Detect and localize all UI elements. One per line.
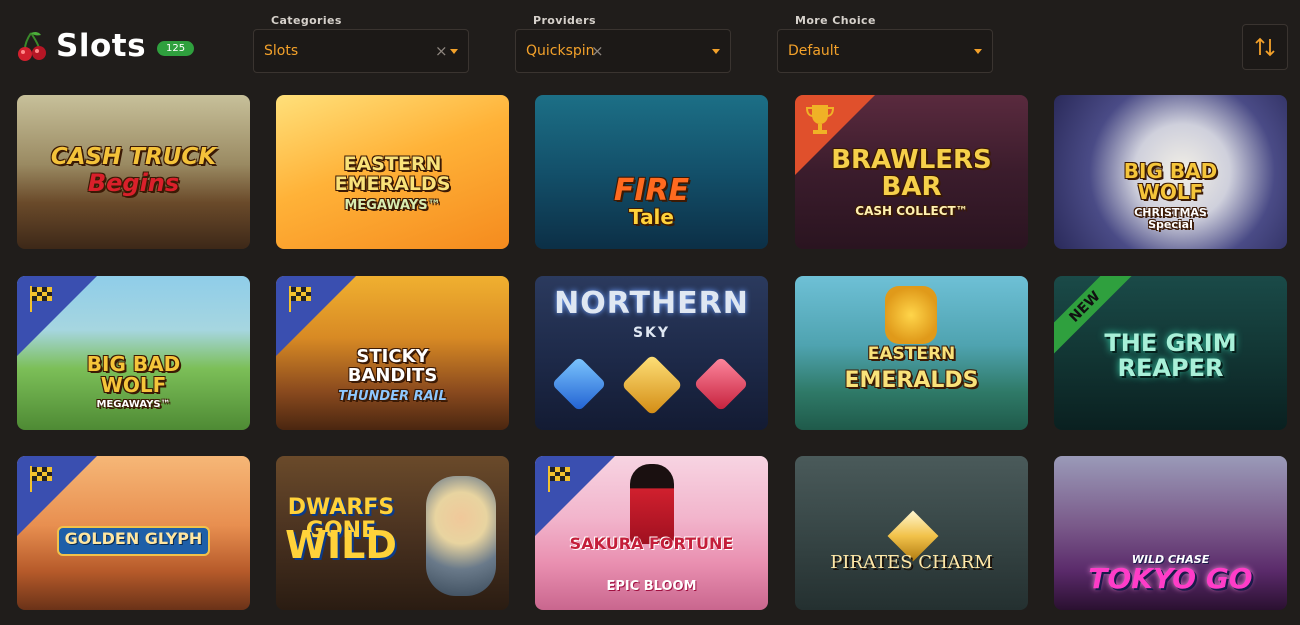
game-title: EASTERN xyxy=(867,344,956,364)
game-subtitle: EMERALDS xyxy=(844,368,979,393)
game-title: BIG BAD WOLF xyxy=(1123,159,1218,204)
game-tile-northern-sky[interactable]: NORTHERN SKY xyxy=(535,276,768,430)
clear-providers-icon[interactable]: × xyxy=(591,42,604,60)
game-title: EASTERN EMERALDS xyxy=(334,153,451,195)
game-title: PIRATES CHARM xyxy=(830,552,993,573)
categories-filter: Categories Slots × xyxy=(253,14,469,73)
providers-filter: Providers Quickspin × xyxy=(515,14,731,73)
game-tile-eastern-emeralds[interactable]: EASTERN EMERALDS xyxy=(795,276,1028,430)
game-tile-pirates-charm[interactable]: PIRATES CHARM xyxy=(795,456,1028,610)
game-tile-eastern-emeralds-megaways[interactable]: EASTERN EMERALDS MEGAWAYS™ xyxy=(276,95,509,249)
game-subtitle: MEGAWAYS™ xyxy=(344,198,441,213)
game-subtitle: SKY xyxy=(632,325,671,341)
gold-gem-icon xyxy=(621,354,683,416)
game-tile-the-grim-reaper[interactable]: NEW THE GRIM REAPER xyxy=(1054,276,1287,430)
checkered-flag-icon xyxy=(548,466,570,492)
page-title: Slots xyxy=(56,28,147,64)
game-tile-brawlers-bar[interactable]: BRAWLERS BAR CASH COLLECT™ xyxy=(795,95,1028,249)
game-subtitle: MEGAWAYS™ xyxy=(96,399,171,410)
flag-ribbon xyxy=(17,456,97,536)
game-subtitle: WILD xyxy=(285,523,397,567)
game-subtitle: TOKYO GO xyxy=(1088,562,1253,595)
clear-categories-icon[interactable]: × xyxy=(435,42,448,60)
sort-button[interactable] xyxy=(1242,24,1288,70)
trophy-icon xyxy=(805,105,835,134)
count-badge: 125 xyxy=(157,40,195,56)
categories-value: Slots xyxy=(264,43,299,59)
golden-mask-icon xyxy=(885,286,937,344)
more-choice-value: Default xyxy=(788,43,840,59)
providers-value: Quickspin xyxy=(526,43,595,59)
blue-gem-icon xyxy=(551,356,607,412)
game-title: BRAWLERS BAR xyxy=(831,145,992,203)
game-tile-sakura-fortune-epic-bloom[interactable]: SAKURA FORTUNE EPIC BLOOM xyxy=(535,456,768,610)
game-tile-cash-truck-begins[interactable]: CASH TRUCK Begins xyxy=(17,95,250,249)
chevron-down-icon xyxy=(450,49,458,54)
categories-label: Categories xyxy=(271,14,342,27)
game-title: CASH TRUCK xyxy=(50,144,217,170)
game-tile-dwarfs-gone-wild[interactable]: DWARFS GONE WILD xyxy=(276,456,509,610)
more-choice-select[interactable]: Default xyxy=(777,29,993,73)
page-header: Slots 125 xyxy=(17,28,195,64)
game-subtitle: Tale xyxy=(629,205,674,229)
game-title: THE GRIM REAPER xyxy=(1104,329,1237,383)
game-title: FIRE xyxy=(613,173,690,208)
game-tile-fire-tale[interactable]: FIRE Tale xyxy=(535,95,768,249)
more-choice-filter: More Choice Default xyxy=(777,14,993,73)
game-subtitle: Begins xyxy=(87,169,180,197)
game-title: SAKURA FORTUNE xyxy=(569,534,734,553)
game-tile-big-bad-wolf-christmas[interactable]: BIG BAD WOLF CHRISTMAS Special xyxy=(1054,95,1287,249)
game-title: NORTHERN xyxy=(554,286,749,321)
chevron-down-icon xyxy=(712,49,720,54)
more-choice-label: More Choice xyxy=(795,14,876,27)
game-subtitle: CHRISTMAS Special xyxy=(1134,206,1207,231)
game-title: STICKY BANDITS xyxy=(347,346,438,386)
flag-ribbon xyxy=(535,456,615,536)
checkered-flag-icon xyxy=(289,286,311,312)
game-subtitle: CASH COLLECT™ xyxy=(855,204,968,218)
checkered-flag-icon xyxy=(30,286,52,312)
providers-select[interactable]: Quickspin × xyxy=(515,29,731,73)
game-tile-big-bad-wolf-megaways[interactable]: BIG BAD WOLF MEGAWAYS™ xyxy=(17,276,250,430)
game-tile-wild-chase-tokyo-go[interactable]: WILD CHASE TOKYO GO xyxy=(1054,456,1287,610)
game-title: BIG BAD WOLF xyxy=(86,352,181,397)
sort-arrows-icon xyxy=(1255,37,1275,57)
cherry-icon xyxy=(18,31,46,61)
chevron-down-icon xyxy=(974,49,982,54)
flag-ribbon xyxy=(17,276,97,356)
dwarf-character xyxy=(426,476,496,596)
game-tile-sticky-bandits-thunder-rail[interactable]: STICKY BANDITS THUNDER RAIL xyxy=(276,276,509,430)
game-subtitle: THUNDER RAIL xyxy=(338,389,447,404)
checkered-flag-icon xyxy=(30,466,52,492)
game-subtitle: EPIC BLOOM xyxy=(606,579,697,594)
red-gem-icon xyxy=(693,356,749,412)
flag-ribbon xyxy=(276,276,356,356)
game-tile-golden-glyph[interactable]: GOLDEN GLYPH xyxy=(17,456,250,610)
providers-label: Providers xyxy=(533,14,596,27)
categories-select[interactable]: Slots × xyxy=(253,29,469,73)
game-title: GOLDEN GLYPH xyxy=(64,529,203,548)
sakura-character xyxy=(630,464,674,544)
